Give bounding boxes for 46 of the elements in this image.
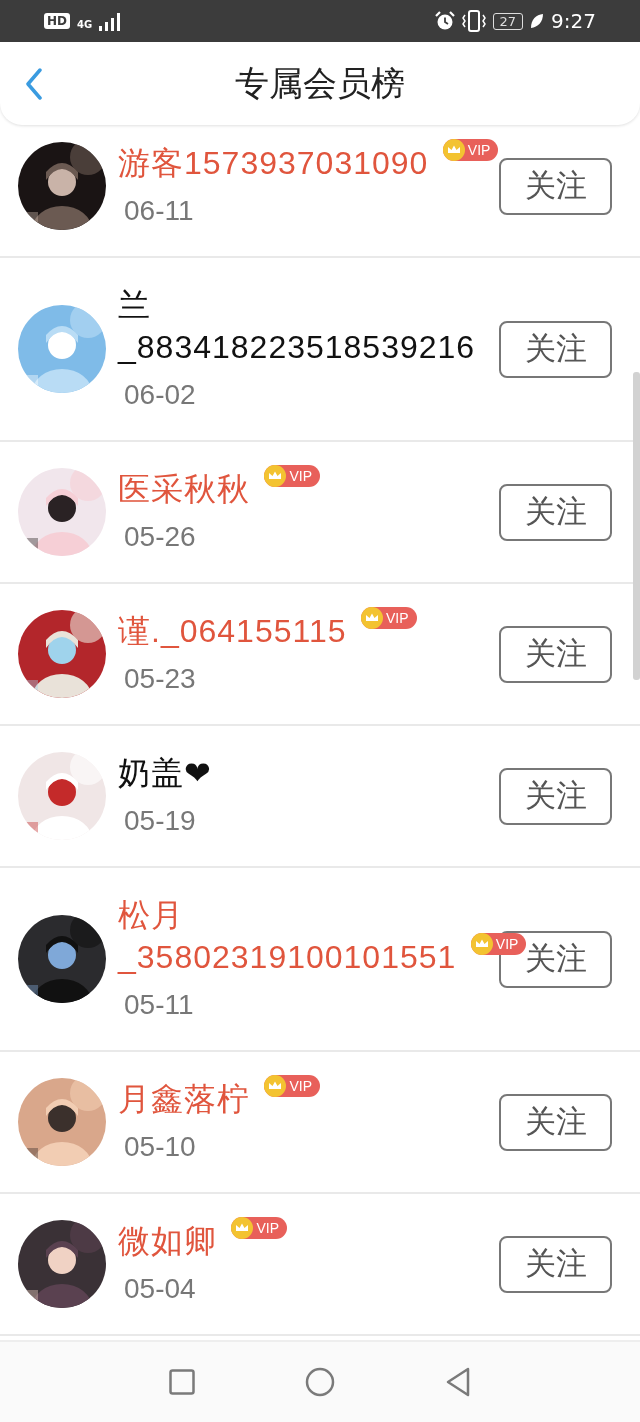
back-icon[interactable]: [445, 1367, 471, 1397]
member-name: 月鑫落柠: [118, 1081, 250, 1117]
vip-badge: VIP: [231, 1216, 288, 1239]
follow-button[interactable]: 关注: [499, 157, 612, 215]
follow-button[interactable]: 关注: [499, 483, 612, 541]
page-title: 专属会员榜: [235, 61, 405, 105]
member-name: 医采秋秋: [118, 471, 250, 507]
join-date: 05-19: [123, 804, 197, 838]
hd-badge: HD: [44, 13, 70, 29]
vibrate-icon: [461, 10, 486, 32]
vip-badge: VIP: [264, 464, 321, 487]
member-name: 兰_883418223518539216: [118, 287, 476, 365]
member-name: 游客1573937031090: [118, 145, 429, 181]
join-date: 05-23: [123, 662, 197, 696]
battery-level: 27: [492, 12, 524, 30]
clock: 9:27: [551, 9, 596, 33]
vip-badge: VIP: [264, 1074, 321, 1097]
follow-button[interactable]: 关注: [499, 625, 612, 683]
join-date: 05-11: [123, 988, 195, 1022]
crown-icon: [442, 138, 465, 161]
vip-badge: VIP: [442, 138, 499, 161]
network-type: 4G: [77, 19, 93, 30]
home-icon[interactable]: [305, 1367, 335, 1397]
member-name: 奶盖❤: [118, 755, 212, 791]
alarm-icon: [434, 11, 455, 31]
follow-button[interactable]: 关注: [499, 1093, 612, 1151]
crown-icon: [231, 1216, 254, 1239]
crown-icon: [470, 932, 493, 955]
crown-icon: [360, 606, 383, 629]
crown-icon: [264, 464, 287, 487]
vip-badge: VIP: [470, 932, 527, 955]
member-name: 谨._064155115: [118, 613, 347, 649]
leaf-icon: [530, 13, 545, 29]
follow-button[interactable]: 关注: [499, 1235, 612, 1293]
join-date: 05-04: [123, 1272, 197, 1306]
follow-button[interactable]: 关注: [499, 767, 612, 825]
recents-icon[interactable]: [169, 1369, 195, 1395]
vip-badge: VIP: [360, 606, 417, 629]
join-date: 05-26: [123, 520, 197, 554]
crown-icon: [264, 1074, 287, 1097]
member-name: 松月_35802319100101551: [118, 897, 457, 975]
member-name: 微如卿: [118, 1223, 217, 1259]
follow-button[interactable]: 关注: [499, 320, 612, 378]
join-date: 05-10: [123, 1130, 197, 1164]
join-date: 06-11: [123, 194, 195, 228]
join-date: 06-02: [123, 378, 197, 412]
